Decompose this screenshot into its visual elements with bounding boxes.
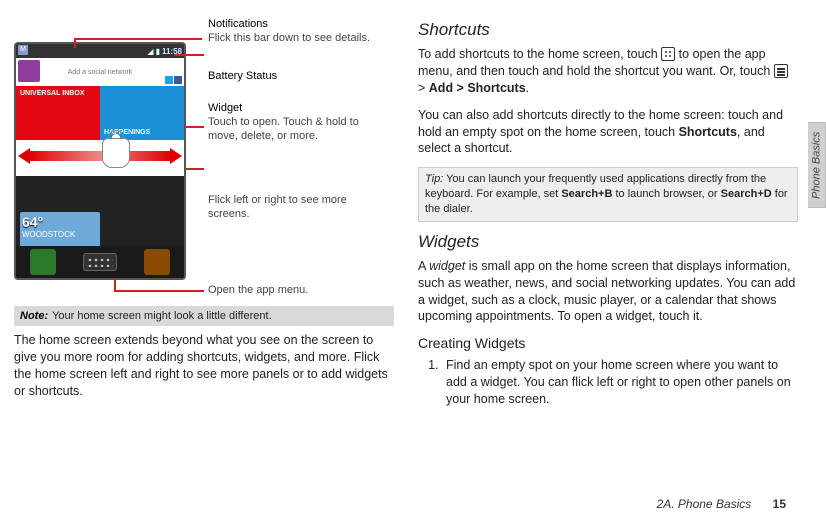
m-icon: M bbox=[18, 45, 28, 55]
widgets-p: A widget is small app on the home screen… bbox=[418, 258, 798, 326]
social-prompt: Add a social network bbox=[68, 69, 133, 76]
page-footer: 2A. Phone Basics 15 bbox=[0, 497, 826, 511]
status-bar: M ◢ ▮ 11:58 bbox=[16, 44, 184, 58]
tip-lead: Tip: bbox=[425, 173, 443, 185]
footer-section: 2A. Phone Basics bbox=[657, 497, 752, 511]
phone-diagram: M ◢ ▮ 11:58 Add a social network UNIVERS… bbox=[14, 18, 394, 298]
contacts-icon bbox=[144, 249, 170, 275]
dock bbox=[16, 246, 184, 278]
steps-list: Find an empty spot on your home screen w… bbox=[442, 357, 798, 408]
callout-battery: Battery Status bbox=[208, 70, 388, 84]
app-grid-icon bbox=[661, 47, 675, 61]
callout-widget: Widget Touch to open. Touch & hold to mo… bbox=[208, 102, 388, 143]
hand-cursor-icon bbox=[102, 130, 130, 164]
shortcuts-p1: To add shortcuts to the home screen, tou… bbox=[418, 46, 798, 97]
weather-city: WOODSTOCK bbox=[22, 230, 98, 239]
social-row: Add a social network bbox=[16, 58, 184, 86]
facebook-icon bbox=[174, 76, 182, 84]
tile-inbox: UNIVERSAL INBOX bbox=[16, 86, 100, 140]
app-menu-icon bbox=[83, 253, 117, 271]
footer-page: 15 bbox=[773, 497, 786, 511]
avatar bbox=[18, 60, 40, 82]
callout-appmenu: Open the app menu. bbox=[208, 284, 388, 298]
dialer-icon bbox=[30, 249, 56, 275]
side-tab: Phone Basics bbox=[808, 122, 826, 208]
heading-creating-widgets: Creating Widgets bbox=[418, 335, 798, 351]
left-body-text: The home screen extends beyond what you … bbox=[14, 332, 394, 400]
note-box: Note: Your home screen might look a littl… bbox=[14, 306, 394, 326]
note-body: Your home screen might look a little dif… bbox=[52, 310, 272, 322]
signal-icon: ◢ bbox=[147, 47, 153, 56]
twitter-icon bbox=[165, 76, 173, 84]
flick-arrows bbox=[18, 146, 182, 166]
battery-icon: ▮ bbox=[156, 47, 160, 56]
step-1: Find an empty spot on your home screen w… bbox=[442, 357, 798, 408]
note-lead: Note: bbox=[20, 310, 48, 322]
weather-temp: 64° bbox=[22, 214, 98, 230]
menu-icon bbox=[774, 64, 788, 78]
callout-notifications: Notifications Flick this bar down to see… bbox=[208, 18, 388, 46]
heading-shortcuts: Shortcuts bbox=[418, 20, 798, 40]
callout-flick: Flick left or right to see more screens. bbox=[208, 194, 388, 222]
tip-box: Tip: You can launch your frequently used… bbox=[418, 167, 798, 222]
heading-widgets: Widgets bbox=[418, 232, 798, 252]
shortcuts-p2: You can also add shortcuts directly to t… bbox=[418, 107, 798, 158]
